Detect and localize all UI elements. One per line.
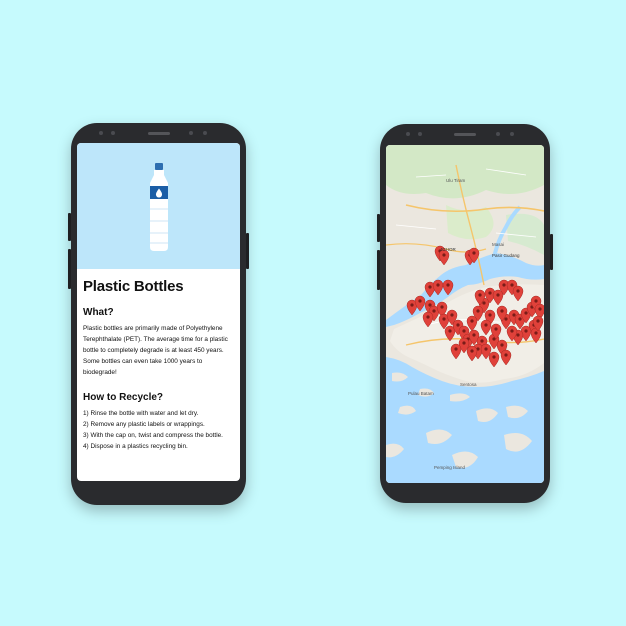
- map-pin-dot: [488, 313, 492, 317]
- map-label-johor: JOHOR: [440, 247, 456, 252]
- map-pin-dot: [538, 307, 542, 311]
- map-pin-dot: [480, 339, 484, 343]
- recycle-heading: How to Recycle?: [83, 392, 164, 403]
- what-line: Terephthalate (PET). The average time fo…: [83, 336, 228, 343]
- map-pin-dot: [516, 333, 520, 337]
- map-pin-dot: [500, 343, 504, 347]
- map-pin-dot: [510, 329, 514, 333]
- map-pin-dot: [484, 323, 488, 327]
- what-line: bottle to completely degrade is at least…: [83, 347, 224, 354]
- map-pin-dot: [440, 305, 444, 309]
- step-item: 1) Rinse the bottle with water and let d…: [83, 410, 199, 417]
- map-pin-dot: [534, 331, 538, 335]
- map-label-sentosa: Sentosa: [460, 382, 477, 387]
- what-paragraph: Plastic bottles are primarily made of Po…: [83, 323, 237, 378]
- map-label-pemping: Pemping Island: [434, 465, 466, 470]
- step-item: 3) With the cap on, twist and compress t…: [83, 432, 223, 439]
- map-pin-dot: [462, 329, 466, 333]
- map-pin-dot: [504, 353, 508, 357]
- map-pin-dot: [512, 313, 516, 317]
- map-pin-dot: [436, 283, 440, 287]
- hero-banner: [77, 143, 240, 269]
- map-pin-dot: [470, 349, 474, 353]
- step-item: 2) Remove any plastic labels or wrapping…: [83, 421, 205, 428]
- map-pin-dot: [454, 347, 458, 351]
- map-pin-dot: [494, 327, 498, 331]
- map-pin-dot: [504, 317, 508, 321]
- what-line: Some bottles can even take 1000 years to…: [83, 358, 203, 376]
- map-pin-dot: [482, 301, 486, 305]
- map-pin-dot: [456, 323, 460, 327]
- map-screen[interactable]: Ulu Tiram JOHOR Masai Pasir Gudang Sento…: [386, 145, 544, 483]
- map-pin-dot: [488, 291, 492, 295]
- map-pin-dot: [428, 285, 432, 289]
- map-pin-dot: [426, 315, 430, 319]
- page-title: Plastic Bottles: [83, 278, 184, 295]
- map-pin-dot: [410, 303, 414, 307]
- map-label-masai: Masai: [492, 242, 505, 247]
- map-pin-dot: [446, 283, 450, 287]
- map-pin-dot: [502, 283, 506, 287]
- map-pin-dot: [462, 341, 466, 345]
- map-label-batam: Pulau Batam: [408, 391, 434, 396]
- map-pin-dot: [418, 299, 422, 303]
- left-phone: Plastic Bottles What? Plastic bottles ar…: [68, 123, 249, 505]
- map-pin-dot: [536, 319, 540, 323]
- map-pin-dot: [432, 309, 436, 313]
- step-item: 4) Dispose in a plastics recycling bin.: [83, 443, 188, 450]
- map-pin-dot: [442, 317, 446, 321]
- recycle-steps: 1) Rinse the bottle with water and let d…: [83, 408, 237, 452]
- what-heading: What?: [83, 307, 114, 318]
- map-pin-dot: [472, 333, 476, 337]
- map-pin-dot: [472, 251, 476, 255]
- map-label-ulu-tiram: Ulu Tiram: [446, 178, 466, 183]
- map-pin-dot: [476, 309, 480, 313]
- map-pin-dot: [428, 303, 432, 307]
- info-screen: Plastic Bottles What? Plastic bottles ar…: [77, 143, 240, 481]
- plastic-bottle-icon: [150, 163, 168, 251]
- map-pin-dot: [478, 293, 482, 297]
- map-pin-dot: [492, 355, 496, 359]
- map-pin-dot: [448, 329, 452, 333]
- map-pin-dot: [516, 289, 520, 293]
- map-pin-dot: [524, 311, 528, 315]
- map-pin-dot: [524, 329, 528, 333]
- map-canvas[interactable]: [386, 145, 544, 483]
- right-phone: Ulu Tiram JOHOR Masai Pasir Gudang Sento…: [377, 124, 553, 503]
- map-pin-dot: [484, 347, 488, 351]
- map-pin-dot: [442, 253, 446, 257]
- what-line: Plastic bottles are primarily made of Po…: [83, 325, 223, 332]
- map-pin-dot: [450, 313, 454, 317]
- map-pin-dot: [470, 319, 474, 323]
- map-pin-dot: [496, 293, 500, 297]
- map-pin-dot: [534, 299, 538, 303]
- map-pin-dot: [518, 317, 522, 321]
- map-pin-dot: [510, 283, 514, 287]
- map-label-pasir-gudang: Pasir Gudang: [492, 253, 520, 258]
- map-pin-dot: [500, 309, 504, 313]
